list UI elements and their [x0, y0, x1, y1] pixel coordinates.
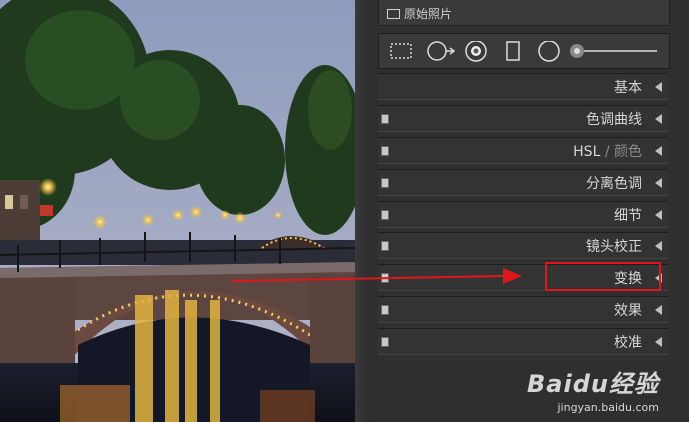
- section-effects-label: 效果: [614, 303, 642, 319]
- panel-toggle-switch[interactable]: [381, 114, 389, 124]
- watermark-site: jingyan.baidu.com: [557, 401, 659, 414]
- section-calibration-label: 校准: [614, 335, 642, 351]
- collapse-arrow-icon[interactable]: [655, 305, 662, 315]
- spot-removal-icon[interactable]: [427, 41, 455, 61]
- graduated-filter-icon[interactable]: [505, 41, 521, 63]
- section-tone-curve-label: 色调曲线: [586, 112, 642, 128]
- panel-toggle-switch[interactable]: [381, 241, 389, 251]
- adjustment-brush-icon[interactable]: [569, 41, 661, 63]
- panel-toggle-switch[interactable]: [381, 210, 389, 220]
- section-basic[interactable]: 基本: [378, 73, 668, 100]
- crop-overlay-icon[interactable]: [389, 41, 413, 61]
- develop-panel: 原始照片 基本 色调曲线 HSL / 颜色 分离色调 细节 镜头校正 变换 效果…: [372, 0, 689, 422]
- section-basic-label: 基本: [614, 80, 642, 96]
- photo-preview: [0, 0, 355, 422]
- tool-strip: [378, 33, 670, 69]
- collapse-arrow-icon[interactable]: [655, 178, 662, 188]
- panel-toggle-switch[interactable]: [381, 178, 389, 188]
- radial-filter-icon[interactable]: [537, 41, 561, 63]
- hsl-label[interactable]: HSL: [573, 144, 600, 160]
- panel-toggle-switch[interactable]: [381, 305, 389, 315]
- section-tone-curve[interactable]: 色调曲线: [378, 105, 668, 132]
- watermark-brand: Baidu经验: [527, 370, 659, 398]
- annotation-highlight-box: [545, 262, 661, 291]
- collapse-arrow-icon[interactable]: [655, 146, 662, 156]
- section-hsl[interactable]: HSL / 颜色: [378, 137, 668, 164]
- collapse-arrow-icon[interactable]: [655, 82, 662, 92]
- panel-toggle-switch[interactable]: [381, 337, 389, 347]
- red-eye-icon[interactable]: [465, 41, 487, 63]
- section-split-toning-label: 分离色调: [586, 176, 642, 192]
- bridge-photo: [0, 0, 355, 422]
- section-split-toning[interactable]: 分离色调: [378, 169, 668, 196]
- section-hsl-label: HSL / 颜色: [573, 141, 642, 161]
- panel-divider[interactable]: [355, 0, 372, 422]
- panel-toggle-switch[interactable]: [381, 146, 389, 156]
- original-photo-bar[interactable]: 原始照片: [378, 0, 670, 26]
- panel-toggle-switch[interactable]: [381, 273, 389, 283]
- watermark: Baidu经验 jingyan.baidu.com: [527, 364, 659, 414]
- collapse-arrow-icon[interactable]: [655, 337, 662, 347]
- section-detail[interactable]: 细节: [378, 201, 668, 228]
- color-label[interactable]: / 颜色: [600, 144, 642, 160]
- checkbox-icon[interactable]: [387, 9, 400, 19]
- section-effects[interactable]: 效果: [378, 296, 668, 323]
- section-lens-correction[interactable]: 镜头校正: [378, 232, 668, 259]
- section-lens-correction-label: 镜头校正: [586, 239, 642, 255]
- section-detail-label: 细节: [614, 208, 642, 224]
- collapse-arrow-icon[interactable]: [655, 210, 662, 220]
- collapse-arrow-icon[interactable]: [655, 114, 662, 124]
- collapse-arrow-icon[interactable]: [655, 241, 662, 251]
- section-calibration[interactable]: 校准: [378, 328, 668, 355]
- original-photo-label: 原始照片: [404, 7, 453, 21]
